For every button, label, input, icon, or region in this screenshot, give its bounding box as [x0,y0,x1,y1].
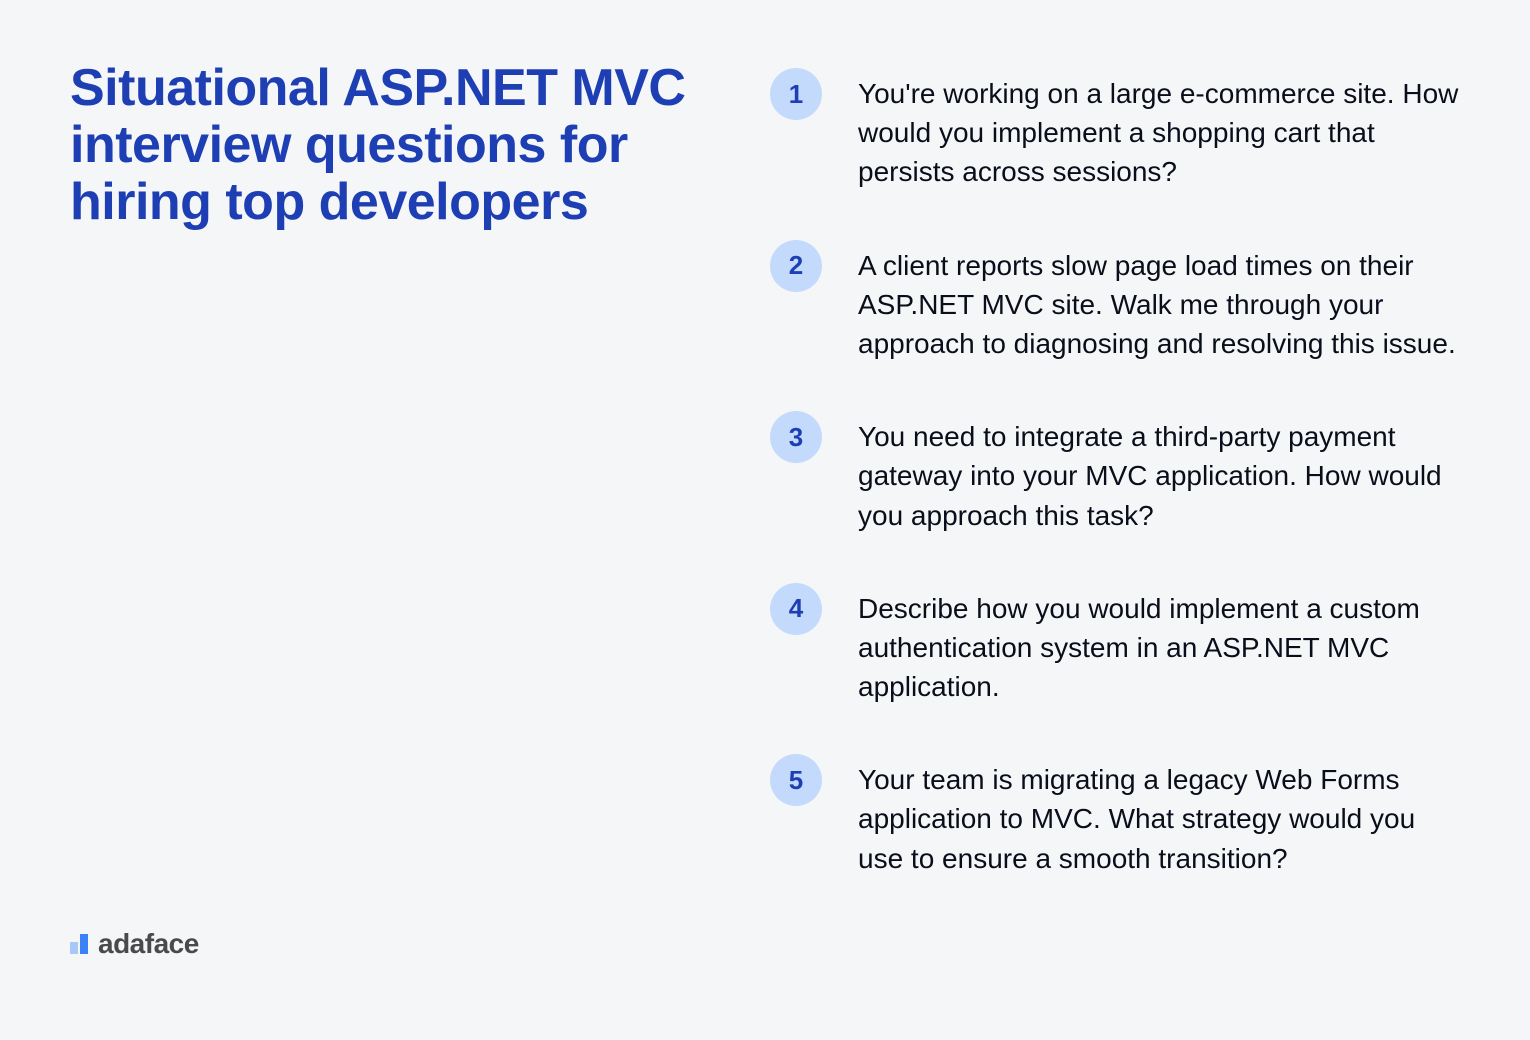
question-text: Your team is migrating a legacy Web Form… [858,754,1460,878]
question-item: 5 Your team is migrating a legacy Web Fo… [770,754,1460,878]
logo-bar-large [80,934,88,954]
question-text: You need to integrate a third-party paym… [858,411,1460,535]
question-item: 2 A client reports slow page load times … [770,240,1460,364]
question-text: Describe how you would implement a custo… [858,583,1460,707]
brand-logo: adaface [70,928,690,960]
question-item: 1 You're working on a large e-commerce s… [770,68,1460,192]
brand-name: adaface [98,928,199,960]
question-text: You're working on a large e-commerce sit… [858,68,1460,192]
questions-list: 1 You're working on a large e-commerce s… [770,60,1460,980]
question-number-badge: 1 [770,68,822,120]
question-number-badge: 3 [770,411,822,463]
question-number-badge: 5 [770,754,822,806]
question-number-badge: 2 [770,240,822,292]
question-text: A client reports slow page load times on… [858,240,1460,364]
question-number-badge: 4 [770,583,822,635]
bar-chart-icon [70,934,88,954]
logo-bar-small [70,942,78,954]
page-container: Situational ASP.NET MVC interview questi… [0,0,1530,1040]
question-item: 3 You need to integrate a third-party pa… [770,411,1460,535]
left-column: Situational ASP.NET MVC interview questi… [70,60,690,980]
question-item: 4 Describe how you would implement a cus… [770,583,1460,707]
page-title: Situational ASP.NET MVC interview questi… [70,60,690,232]
